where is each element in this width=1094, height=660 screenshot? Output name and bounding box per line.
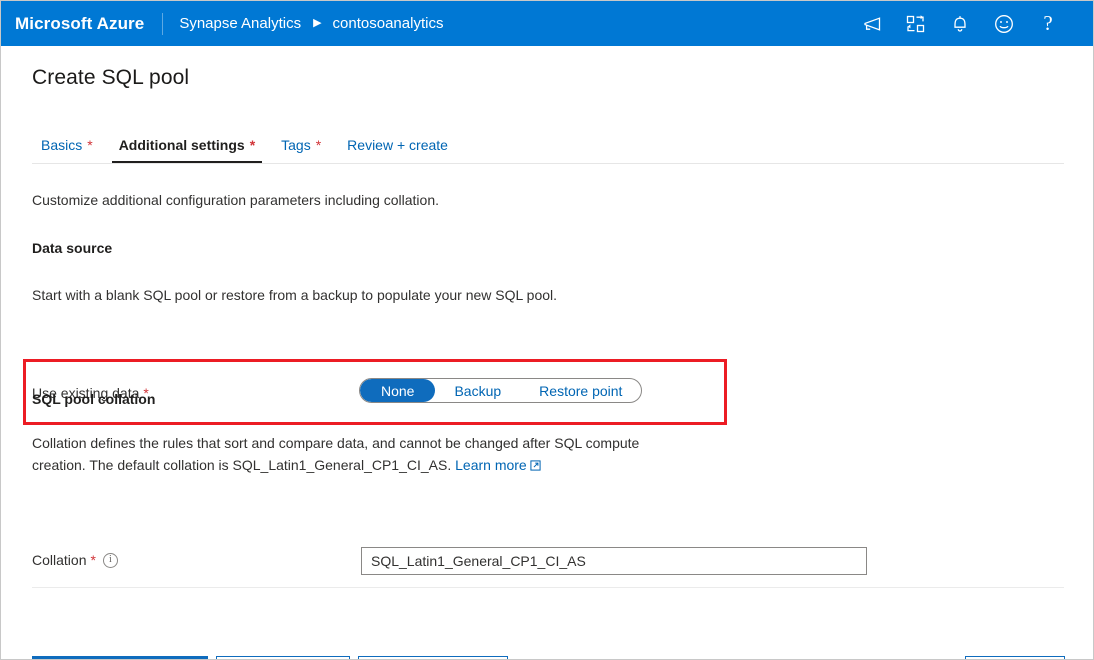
data-source-heading: Data source: [32, 240, 112, 256]
breadcrumb-caret-icon: ▶: [313, 18, 321, 29]
azure-top-navbar: Microsoft Azure Synapse Analytics ▶ cont…: [1, 1, 1094, 46]
collation-learn-more-label: Learn more: [455, 457, 527, 473]
choice-restore-point[interactable]: Restore point: [520, 379, 641, 402]
microsoft-azure-logo-text[interactable]: Microsoft Azure: [15, 14, 144, 34]
help-question-icon[interactable]: ?: [1037, 13, 1059, 35]
breadcrumb-item-service[interactable]: Synapse Analytics: [179, 15, 301, 32]
feedback-smiley-icon[interactable]: [993, 13, 1015, 35]
breadcrumb-item-resource[interactable]: contosoanalytics: [333, 15, 444, 32]
use-existing-data-choice-group[interactable]: None Backup Restore point: [359, 378, 642, 403]
tabs-underline-rule: [32, 163, 1064, 164]
tab-basics-required-marker: *: [87, 138, 92, 152]
review-create-button[interactable]: Review + create: [32, 656, 208, 660]
blade-content: Create SQL pool Basics * Additional sett…: [1, 46, 1094, 660]
breadcrumb: Synapse Analytics ▶ contosoanalytics: [179, 15, 443, 32]
collation-learn-more-link[interactable]: Learn more: [455, 457, 541, 473]
cancel-button[interactable]: Cancel: [965, 656, 1065, 660]
tab-tags[interactable]: Tags *: [268, 137, 334, 164]
directory-switcher-icon[interactable]: [905, 13, 927, 35]
collation-label: Collation * i: [32, 552, 118, 568]
announcements-icon[interactable]: [861, 13, 883, 35]
wizard-tabs: Basics * Additional settings * Tags * Re…: [1, 128, 1094, 164]
page-title: Create SQL pool: [32, 66, 189, 90]
tab-additional-settings-required-marker: *: [250, 138, 255, 152]
footer-divider: [32, 587, 1064, 588]
tab-review-create[interactable]: Review + create: [334, 137, 461, 164]
notifications-bell-icon[interactable]: [949, 13, 971, 35]
external-link-icon: [530, 455, 541, 477]
tab-tags-label: Tags: [281, 137, 311, 153]
collation-description: Collation defines the rules that sort an…: [32, 432, 852, 477]
info-icon[interactable]: i: [103, 553, 118, 568]
sql-pool-collation-heading: SQL pool collation: [32, 391, 155, 407]
collation-label-text: Collation: [32, 552, 86, 568]
tab-additional-settings-label: Additional settings: [119, 137, 245, 153]
collation-required-marker: *: [90, 552, 95, 568]
choice-backup[interactable]: Backup: [435, 379, 520, 402]
data-source-description: Start with a blank SQL pool or restore f…: [32, 284, 557, 306]
next-tags-button[interactable]: Next: Tags >: [358, 656, 508, 660]
wizard-footer: Review + create < Previous Next: Tags > …: [1, 601, 1094, 660]
collation-description-line2: creation. The default collation is SQL_L…: [32, 457, 451, 473]
tab-basics-label: Basics: [41, 137, 82, 153]
tab-review-create-label: Review + create: [347, 137, 448, 153]
tab-tags-required-marker: *: [316, 138, 321, 152]
collation-field-row: Collation * i: [32, 546, 332, 574]
azure-portal-window: Microsoft Azure Synapse Analytics ▶ cont…: [0, 0, 1094, 660]
intro-description: Customize additional configuration param…: [32, 192, 439, 208]
tab-additional-settings[interactable]: Additional settings *: [106, 137, 268, 164]
collation-input[interactable]: [361, 547, 867, 575]
choice-none[interactable]: None: [360, 379, 435, 402]
header-icon-group: ?: [861, 13, 1081, 35]
collation-description-line1: Collation defines the rules that sort an…: [32, 435, 639, 451]
tab-basics[interactable]: Basics *: [32, 137, 106, 164]
header-divider: [162, 13, 163, 35]
previous-button[interactable]: < Previous: [216, 656, 350, 660]
